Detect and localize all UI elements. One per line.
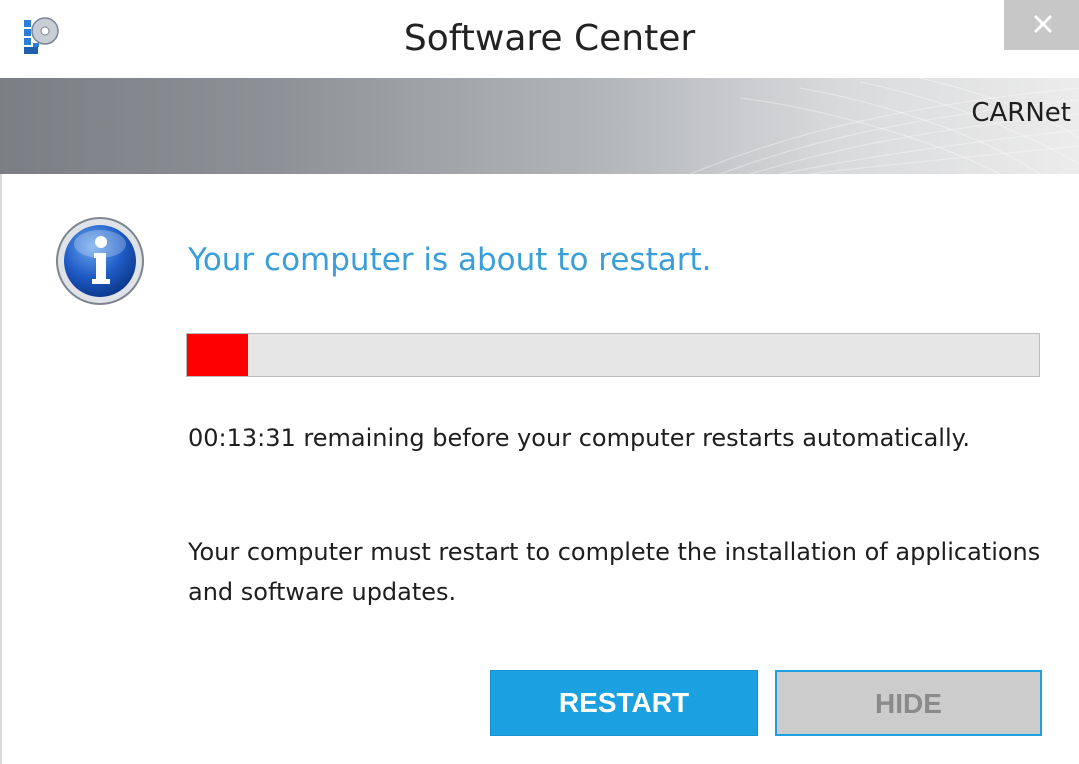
window-border bbox=[0, 174, 2, 764]
brand-label: CARNet bbox=[971, 98, 1071, 128]
hide-button[interactable]: HIDE bbox=[775, 670, 1042, 736]
software-center-dialog: Software Center CARNet Your computer is … bbox=[0, 0, 1079, 764]
close-button[interactable] bbox=[1004, 0, 1079, 50]
window-title: Software Center bbox=[403, 18, 696, 59]
progress-fill bbox=[187, 334, 249, 376]
dialog-heading: Your computer is about to restart. bbox=[188, 242, 712, 278]
header-banner: CARNet bbox=[0, 78, 1079, 174]
restart-progress-bar bbox=[186, 333, 1040, 377]
title-bar[interactable]: Software Center bbox=[0, 0, 1079, 78]
restart-message: Your computer must restart to complete t… bbox=[188, 538, 1041, 606]
restart-button[interactable]: RESTART bbox=[490, 670, 758, 736]
banner-wave-pattern bbox=[689, 78, 1079, 174]
info-icon bbox=[55, 216, 145, 306]
countdown-text: 00:13:31 remaining before your computer … bbox=[188, 424, 971, 452]
